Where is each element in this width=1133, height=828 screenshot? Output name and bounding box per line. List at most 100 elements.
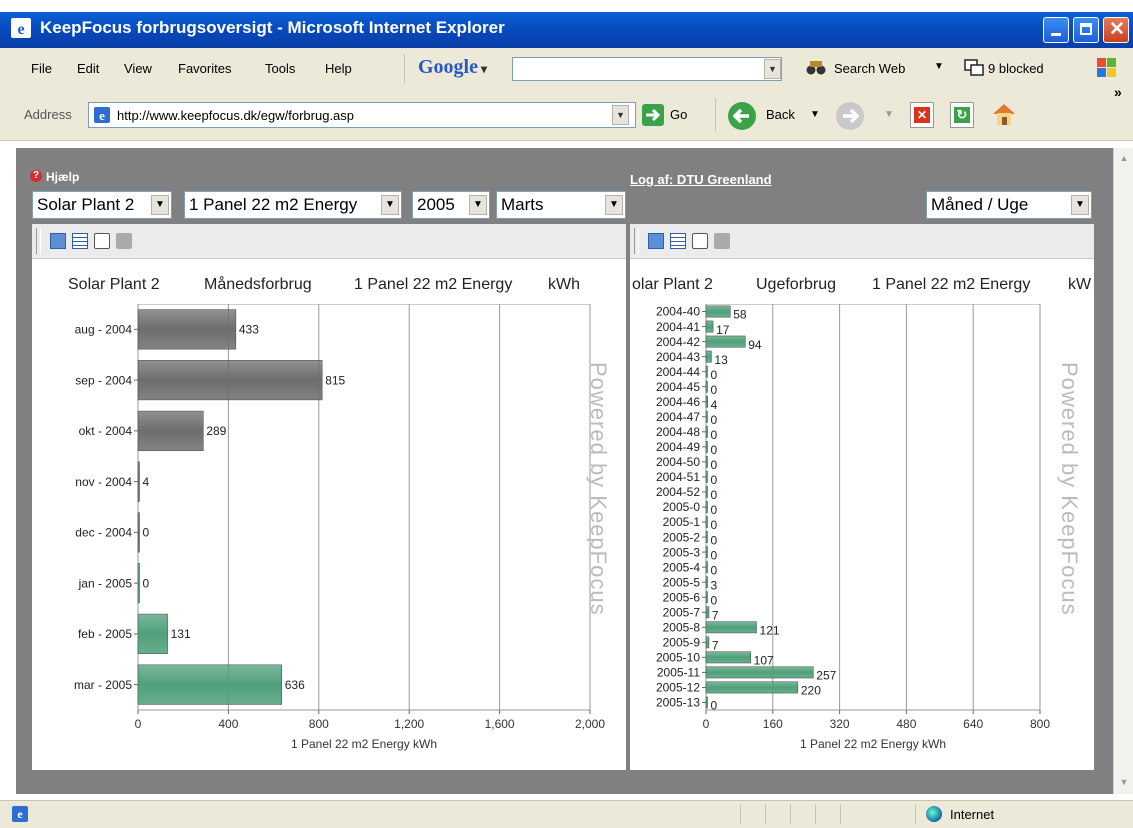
- chevron-down-icon[interactable]: ▼: [934, 61, 944, 72]
- print-preview-icon[interactable]: [94, 233, 110, 249]
- status-divider: [815, 804, 816, 824]
- toolbar-grip[interactable]: [634, 228, 639, 254]
- menu-divider: [404, 54, 405, 84]
- help-icon[interactable]: ?: [30, 170, 42, 182]
- y-category-label: nov - 2004: [75, 475, 132, 489]
- menu-tools[interactable]: Tools: [265, 61, 295, 76]
- menu-favorites[interactable]: Favorites: [178, 61, 231, 76]
- y-category-label: 2005-0: [663, 500, 701, 514]
- scroll-up-icon[interactable]: ▲: [1116, 150, 1132, 166]
- bar-value-label: 0: [711, 413, 718, 427]
- minimize-icon: [1051, 33, 1061, 36]
- toolbar-overflow-chevron[interactable]: »: [1114, 84, 1122, 100]
- table-icon[interactable]: [72, 233, 88, 249]
- bar-value-label: 4: [711, 398, 718, 412]
- chevron-down-icon[interactable]: ▼: [810, 109, 820, 120]
- print-icon[interactable]: [714, 233, 730, 249]
- bar: [705, 440, 708, 453]
- globe-icon: [926, 806, 942, 822]
- copy-icon[interactable]: [50, 233, 66, 249]
- y-category-label: 2005-11: [657, 666, 700, 680]
- bar: [705, 471, 708, 483]
- stop-icon[interactable]: ✕: [910, 102, 934, 128]
- chart-toolbar: [630, 224, 1094, 259]
- refresh-icon[interactable]: ↻: [950, 102, 974, 128]
- bar-value-label: 3: [711, 578, 718, 592]
- bar-value-label: 636: [285, 678, 305, 692]
- address-url: http://www.keepfocus.dk/egw/forbrug.asp: [117, 108, 355, 123]
- menu-view[interactable]: View: [124, 61, 152, 76]
- status-divider: [840, 804, 841, 824]
- y-category-label: 2005-1: [663, 515, 701, 529]
- menu-help[interactable]: Help: [325, 61, 352, 76]
- google-search-input[interactable]: [512, 57, 782, 81]
- close-button[interactable]: ✕: [1103, 17, 1129, 43]
- print-preview-icon[interactable]: [692, 233, 708, 249]
- chevron-down-icon[interactable]: ▼: [884, 109, 894, 120]
- bar: [705, 651, 751, 664]
- chart-header-meter: 1 Panel 22 m2 Energy: [872, 276, 1031, 293]
- page-scrollbar[interactable]: ▲ ▼: [1113, 148, 1133, 794]
- page-icon: e: [94, 107, 110, 123]
- year-select[interactable]: 2005 ▼: [412, 191, 490, 219]
- minimize-button[interactable]: [1043, 17, 1069, 43]
- chevron-down-icon: ▼: [469, 195, 487, 215]
- y-category-label: 2004-50: [656, 455, 700, 469]
- bar-value-label: 0: [711, 368, 718, 382]
- search-web-button[interactable]: Search Web: [834, 61, 905, 76]
- scroll-down-icon[interactable]: ▼: [1116, 774, 1132, 790]
- x-tick-label: 2,000: [575, 717, 605, 731]
- bar: [705, 456, 708, 468]
- x-tick-label: 0: [135, 717, 142, 731]
- help-link[interactable]: Hjælp: [46, 170, 79, 184]
- bar: [137, 512, 140, 553]
- home-icon[interactable]: [990, 100, 1018, 128]
- bar-value-label: 94: [748, 338, 762, 352]
- address-input[interactable]: e http://www.keepfocus.dk/egw/forbrug.as…: [88, 102, 636, 128]
- popups-blocked-button[interactable]: 9 blocked: [988, 61, 1044, 76]
- bar-value-label: 257: [816, 669, 836, 683]
- y-category-label: feb - 2005: [78, 627, 132, 641]
- logout-link[interactable]: Log af: DTU Greenland: [630, 172, 772, 187]
- window-title: KeepFocus forbrugsoversigt - Microsoft I…: [40, 18, 505, 37]
- bar-value-label: 0: [711, 518, 718, 532]
- bar-value-label: 121: [760, 623, 780, 637]
- bar: [705, 486, 708, 498]
- maximize-button[interactable]: [1073, 17, 1099, 43]
- page-status-icon: e: [12, 806, 28, 822]
- meter-select[interactable]: 1 Panel 22 m2 Energy ▼: [184, 191, 402, 219]
- bar: [705, 576, 708, 589]
- y-category-label: 2004-47: [656, 410, 700, 424]
- y-category-label: 2004-52: [656, 485, 700, 499]
- address-dropdown-arrow[interactable]: ▼: [612, 105, 629, 125]
- google-dropdown-arrow[interactable]: ▼: [764, 59, 781, 79]
- x-tick-label: 160: [763, 717, 783, 731]
- table-icon[interactable]: [670, 233, 686, 249]
- window-title-bar[interactable]: e KeepFocus forbrugsoversigt - Microsoft…: [0, 12, 1133, 48]
- bar-value-label: 289: [206, 424, 226, 438]
- back-arrow-icon[interactable]: [728, 102, 756, 130]
- y-category-label: 2005-6: [663, 590, 701, 604]
- bar: [705, 561, 708, 574]
- plant-select-value: Solar Plant 2: [37, 195, 135, 214]
- go-button[interactable]: Go: [670, 107, 687, 122]
- google-logo: Google: [418, 56, 478, 78]
- month-select[interactable]: Marts ▼: [496, 191, 626, 219]
- back-button[interactable]: Back: [766, 107, 795, 122]
- bar-value-label: 17: [716, 323, 730, 337]
- copy-icon[interactable]: [648, 233, 664, 249]
- period-select[interactable]: Måned / Uge ▼: [926, 191, 1092, 219]
- print-icon[interactable]: [116, 233, 132, 249]
- menu-file[interactable]: File: [31, 61, 52, 76]
- forward-arrow-icon[interactable]: [836, 102, 864, 130]
- google-toolbar-button[interactable]: Google ▾: [418, 56, 487, 79]
- menu-edit[interactable]: Edit: [77, 61, 99, 76]
- x-tick-label: 480: [896, 717, 916, 731]
- bar-value-label: 0: [711, 488, 718, 502]
- bar: [137, 613, 168, 654]
- bar-value-label: 0: [711, 383, 718, 397]
- bar-value-label: 433: [239, 323, 259, 337]
- plant-select[interactable]: Solar Plant 2 ▼: [32, 191, 172, 219]
- toolbar-grip[interactable]: [36, 228, 41, 254]
- go-arrow-icon[interactable]: [642, 104, 664, 126]
